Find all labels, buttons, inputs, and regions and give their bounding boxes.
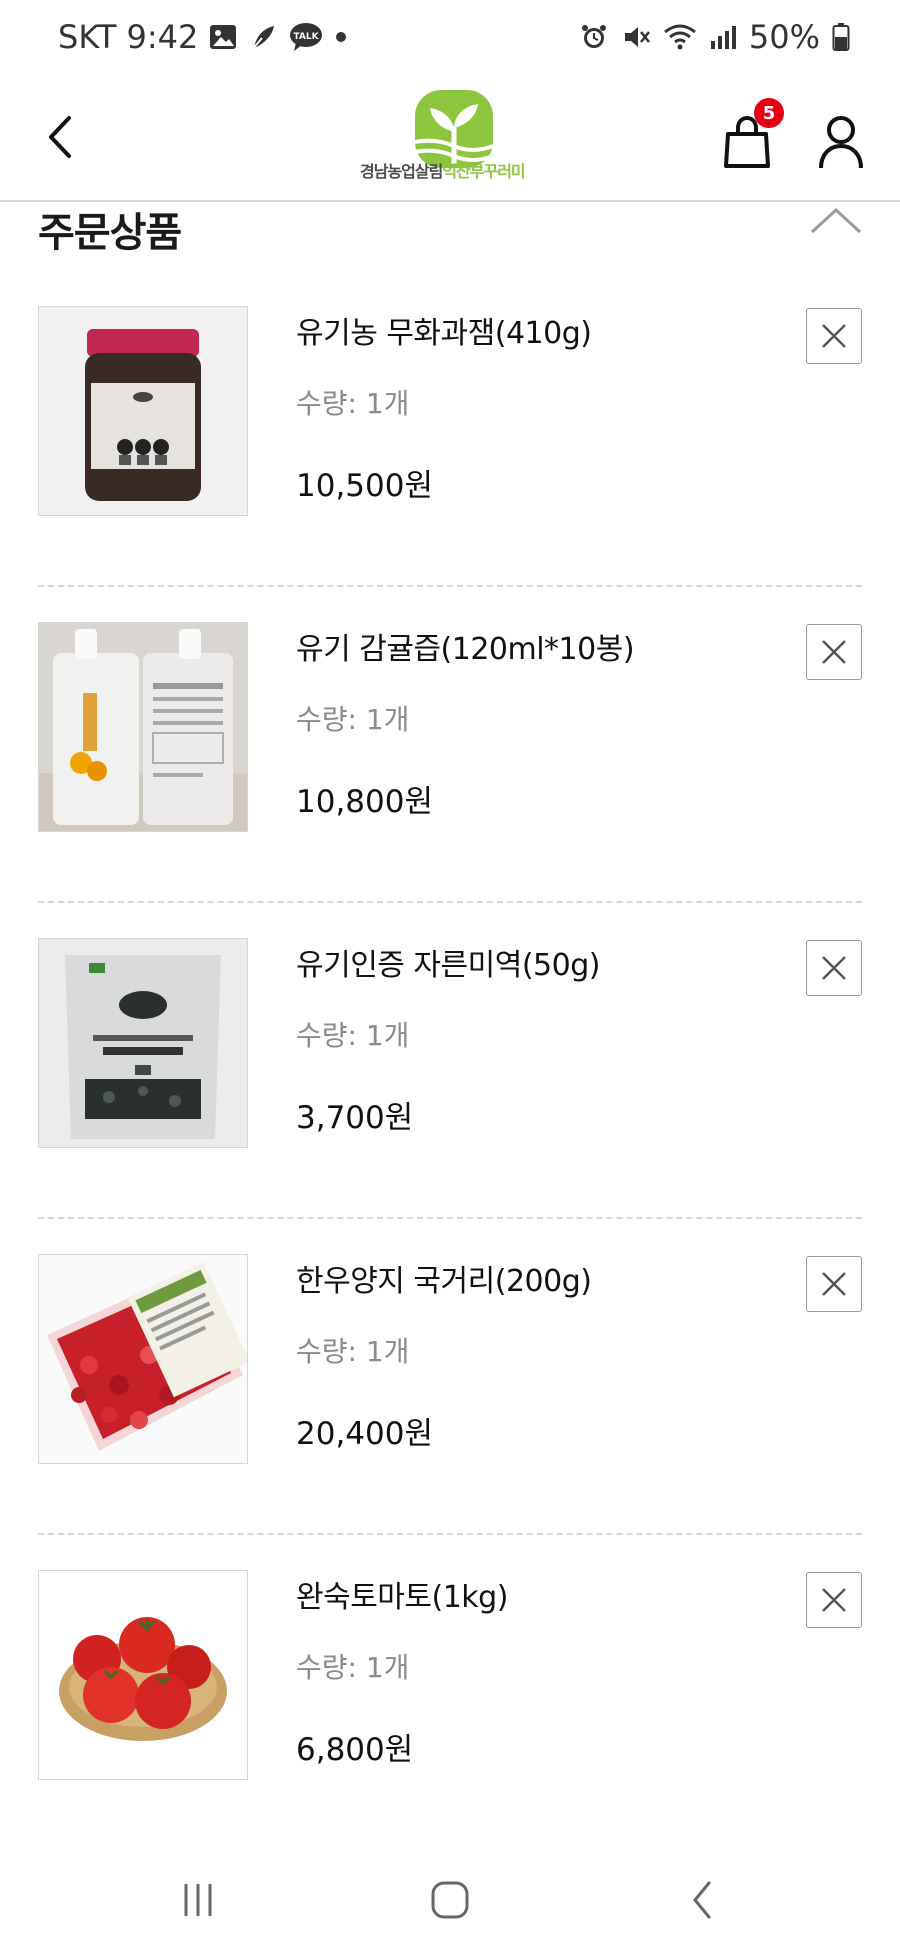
list-item: 한우양지 국거리(200g) 수량: 1개 20,400원 (0, 1248, 900, 1564)
app-header: 경남농업살림익산부꾸러미 5 (0, 80, 900, 202)
product-image-tangerine-juice[interactable] (38, 622, 248, 832)
svg-text:TALK: TALK (294, 32, 320, 42)
nav-back-icon (693, 1881, 711, 1919)
gallery-icon (208, 23, 238, 51)
nav-back-button[interactable] (662, 1870, 742, 1930)
product-price: 6,800원 (296, 1732, 414, 1768)
product-price: 10,500원 (296, 468, 433, 504)
list-item: 유기 감귤즙(120ml*10봉) 수량: 1개 10,800원 (0, 616, 900, 932)
product-name[interactable]: 완숙토마토(1kg) (296, 1572, 508, 1616)
alarm-icon (579, 22, 609, 52)
product-image-fig-jam[interactable] (38, 306, 248, 516)
remove-item-button[interactable] (806, 308, 862, 364)
close-icon (822, 956, 846, 980)
back-button[interactable] (30, 102, 90, 172)
battery-icon (832, 22, 850, 52)
list-item: 유기인증 자른미역(50g) 수량: 1개 3,700원 (0, 932, 900, 1248)
close-icon (822, 1272, 846, 1296)
status-left: SKT 9:42 TALK (58, 18, 348, 56)
carrier-time: SKT 9:42 (58, 18, 199, 56)
battery-percent: 50% (748, 18, 820, 56)
product-image-seaweed[interactable] (38, 938, 248, 1148)
close-icon (822, 640, 846, 664)
product-quantity: 수량: 1개 (296, 1651, 410, 1684)
list-item: 완숙토마토(1kg) 수량: 1개 6,800원 (0, 1564, 900, 1880)
logo-text-primary: 경남농업살림 (360, 162, 443, 181)
dot-icon (334, 30, 348, 44)
logo-text: 경남농업살림익산부꾸러미 (360, 158, 560, 182)
close-icon (822, 324, 846, 348)
product-quantity: 수량: 1개 (296, 703, 410, 736)
brand-logo[interactable]: 경남농업살림익산부꾸러미 (360, 86, 560, 196)
wifi-icon (663, 22, 697, 52)
product-quantity: 수량: 1개 (296, 1019, 410, 1052)
section-title: 주문상품 (38, 210, 182, 256)
user-icon (819, 116, 863, 169)
product-price: 10,800원 (296, 784, 433, 820)
product-name[interactable]: 유기인증 자른미역(50g) (296, 940, 600, 984)
back-icon (49, 116, 71, 158)
product-quantity: 수량: 1개 (296, 1335, 410, 1368)
product-image-tomato[interactable] (38, 1570, 248, 1780)
remove-item-button[interactable] (806, 1572, 862, 1628)
home-button[interactable] (410, 1870, 490, 1930)
remove-item-button[interactable] (806, 624, 862, 680)
collapse-button[interactable] (808, 200, 868, 250)
item-divider (38, 585, 862, 587)
product-image-beef[interactable] (38, 1254, 248, 1464)
list-item: 유기농 무화과잼(410g) 수량: 1개 10,500원 (0, 300, 900, 616)
product-name[interactable]: 한우양지 국거리(200g) (296, 1256, 592, 1300)
cart-count-badge: 5 (754, 98, 784, 128)
logo-text-secondary: 익산부꾸러미 (442, 162, 525, 181)
recent-apps-icon (184, 1884, 212, 1916)
remove-item-button[interactable] (806, 940, 862, 996)
product-price: 20,400원 (296, 1416, 433, 1452)
signal-icon (709, 23, 737, 51)
item-divider (38, 901, 862, 903)
system-nav-bar (0, 1850, 900, 1950)
close-icon (822, 1588, 846, 1612)
product-quantity: 수량: 1개 (296, 387, 410, 420)
item-divider (38, 1533, 862, 1535)
mute-icon (621, 22, 651, 52)
cart-button[interactable]: 5 (718, 98, 784, 170)
talk-icon: TALK (288, 21, 324, 53)
user-button[interactable] (812, 102, 872, 174)
status-right: 50% (579, 18, 850, 56)
chevron-up-icon (810, 207, 862, 234)
item-divider (38, 1217, 862, 1219)
recent-apps-button[interactable] (158, 1870, 238, 1930)
product-price: 3,700원 (296, 1100, 414, 1136)
product-name[interactable]: 유기 감귤즙(120ml*10봉) (296, 624, 635, 668)
remove-item-button[interactable] (806, 1256, 862, 1312)
product-name[interactable]: 유기농 무화과잼(410g) (296, 308, 592, 352)
feather-icon (248, 22, 278, 52)
home-icon (431, 1881, 469, 1919)
status-bar: SKT 9:42 TALK 50% (0, 0, 900, 80)
